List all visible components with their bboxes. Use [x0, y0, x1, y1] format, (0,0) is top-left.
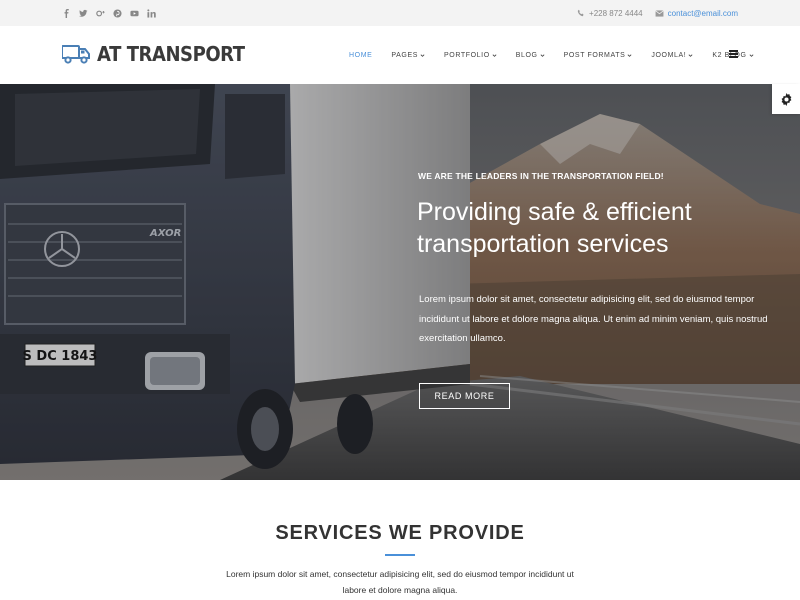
nav-item-joomla[interactable]: JOOMLA!: [651, 52, 693, 59]
chevron-down-icon: [492, 53, 497, 57]
read-more-button[interactable]: READ MORE: [419, 383, 510, 409]
chevron-down-icon: [749, 53, 753, 57]
nav-item-portfolio[interactable]: PORTFOLIO: [444, 52, 497, 59]
email-link[interactable]: contact@email.com: [668, 9, 738, 18]
nav-label: PAGES: [391, 51, 419, 59]
pinterest-icon[interactable]: [113, 8, 122, 18]
nav-item-pages[interactable]: PAGES: [391, 52, 425, 59]
youtube-icon[interactable]: [130, 9, 139, 18]
twitter-icon[interactable]: [79, 9, 88, 18]
google-plus-icon[interactable]: [96, 9, 105, 18]
nav-label: POST FORMATS: [563, 51, 626, 59]
services-description: Lorem ipsum dolor sit amet, consectetur …: [226, 569, 574, 595]
linkedin-icon[interactable]: [147, 8, 156, 18]
phone-contact: +228 872 4444: [577, 9, 643, 18]
email-contact: contact@email.com: [654, 9, 738, 18]
envelope-icon: [654, 9, 664, 17]
nav-item-blog[interactable]: BLOG: [516, 52, 545, 59]
nav-label: JOOMLA!: [651, 51, 687, 59]
hero-slider: S DC 1843 AXOR WE ARE THE LEADERS IN THE…: [0, 84, 800, 480]
contact-info: +228 872 4444 contact@email.com: [577, 0, 738, 26]
hero-description: Lorem ipsum dolor sit amet, consectetur …: [419, 294, 768, 344]
nav-label: HOME: [349, 51, 373, 59]
services-divider: [385, 554, 415, 556]
nav-item-post-formats[interactable]: POST FORMATS: [564, 52, 633, 59]
facebook-icon[interactable]: [62, 8, 71, 18]
hamburger-menu-icon[interactable]: [729, 50, 738, 58]
site-header: AT TRANSPORT HOME PAGES PORTFOLIO BLOG P…: [0, 26, 800, 84]
hero-kicker: WE ARE THE LEADERS IN THE TRANSPORTATION…: [418, 171, 664, 181]
hero-title: Providing safe & efficient transportatio…: [417, 198, 692, 258]
logo-text: AT TRANSPORT: [97, 42, 245, 66]
hero-overlay: [0, 84, 800, 480]
style-switcher-toggle[interactable]: [772, 84, 800, 114]
services-title: SERVICES WE PROVIDE: [275, 522, 525, 544]
truck-logo-icon: [62, 45, 90, 64]
phone-icon: [577, 9, 584, 17]
gear-icon: [781, 92, 791, 106]
phone-number[interactable]: +228 872 4444: [589, 9, 643, 18]
nav-label: PORTFOLIO: [444, 51, 490, 59]
chevron-down-icon: [627, 53, 632, 57]
nav-item-home[interactable]: HOME: [349, 52, 372, 59]
social-links: [62, 0, 156, 26]
site-logo[interactable]: AT TRANSPORT: [62, 42, 261, 66]
main-nav: HOME PAGES PORTFOLIO BLOG POST FORMATS J…: [349, 26, 773, 84]
chevron-down-icon: [420, 53, 425, 57]
top-bar: +228 872 4444 contact@email.com: [0, 0, 800, 26]
nav-label: BLOG: [515, 51, 538, 59]
chevron-down-icon: [540, 53, 545, 57]
chevron-down-icon: [688, 53, 693, 57]
